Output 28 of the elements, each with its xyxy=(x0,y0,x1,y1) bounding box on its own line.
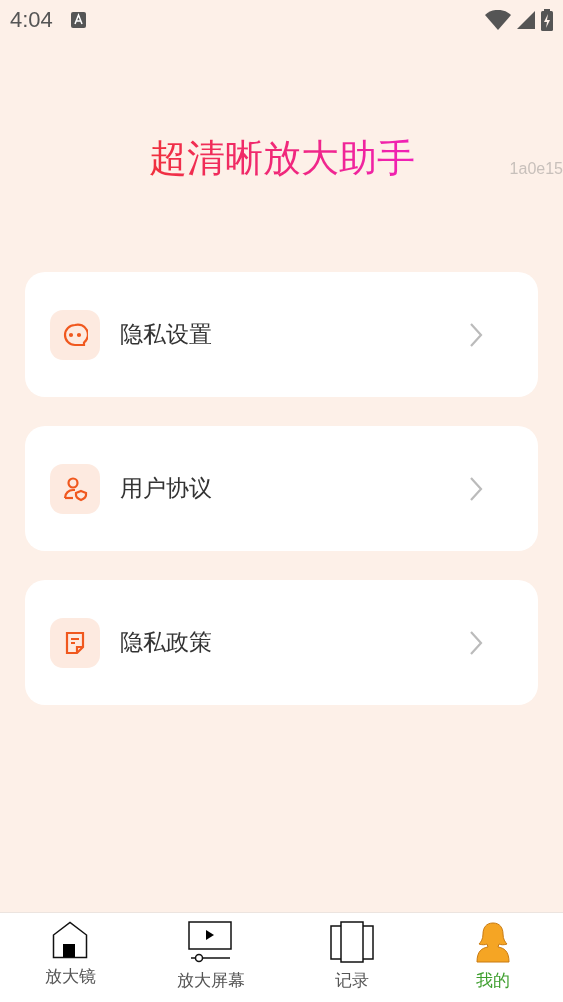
chat-bubble-icon xyxy=(62,321,88,348)
video-player-icon xyxy=(188,921,235,963)
menu-label: 用户协议 xyxy=(120,474,212,503)
keyboard-icon xyxy=(70,12,86,28)
tab-label: 放大屏幕 xyxy=(177,969,246,992)
signal-icon xyxy=(517,11,535,29)
menu-card[interactable]: 用户协议 xyxy=(25,426,538,551)
battery-charging-icon xyxy=(541,9,553,31)
chevron-right-icon xyxy=(469,475,483,502)
user-shield-icon xyxy=(62,475,88,502)
menu-label: 隐私设置 xyxy=(120,320,212,349)
tab-label: 放大镜 xyxy=(44,965,96,988)
menu-card[interactable]: 隐私政策 xyxy=(25,580,538,705)
person-icon xyxy=(475,921,510,963)
status-time: 4:04 xyxy=(10,7,53,33)
chevron-right-icon xyxy=(469,629,483,656)
chevron-right-icon xyxy=(469,321,483,348)
tab-label: 记录 xyxy=(334,969,369,992)
nav-tab[interactable]: 记录 xyxy=(281,913,423,1002)
tab-label: 我的 xyxy=(475,969,510,992)
nav-tab[interactable]: 放大镜 xyxy=(0,913,141,1002)
menu-label: 隐私政策 xyxy=(120,628,212,657)
home-icon xyxy=(52,921,89,959)
wifi-icon xyxy=(485,10,511,30)
pages-icon xyxy=(329,921,374,963)
nav-tab[interactable]: 放大屏幕 xyxy=(140,913,282,1002)
menu-card[interactable]: 隐私设置 xyxy=(25,272,538,397)
nav-tab[interactable]: 我的 xyxy=(422,913,563,1002)
